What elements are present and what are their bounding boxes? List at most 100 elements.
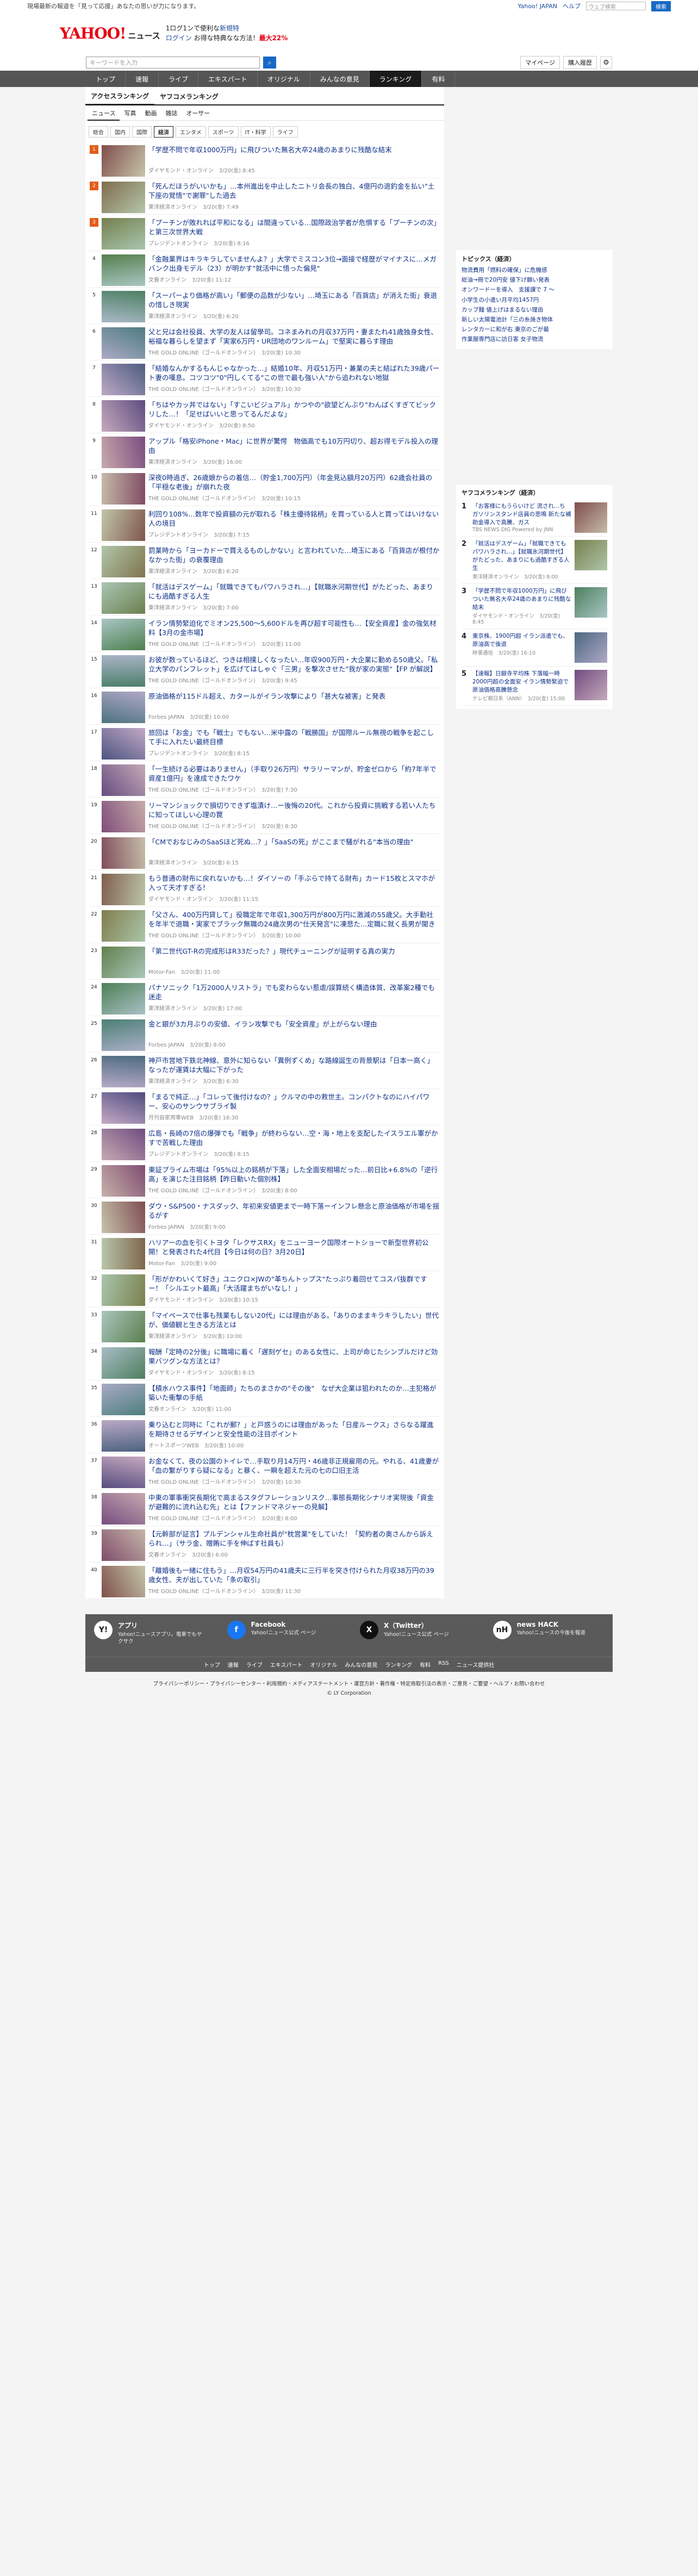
- item-title[interactable]: 利回り108%…数年で投資額の元が取れる「株主優待銘柄」を買っている人と買っては…: [148, 509, 440, 528]
- list-item[interactable]: 4 「金融業界はキラキラしていませんよ？」大学でミスコン3位→面接で経歴がマイナス…: [90, 251, 440, 288]
- web-search-input[interactable]: ウェブ検索: [586, 2, 646, 10]
- yc-rank-title[interactable]: 「お客様にもうらいけど 流され...ち ガソリンスタンド店員の悲鳴 新たな補助金…: [472, 502, 571, 527]
- thumbnail[interactable]: [102, 509, 145, 541]
- thumbnail[interactable]: [102, 437, 145, 468]
- help-link[interactable]: ヘルプ: [563, 2, 581, 10]
- thumbnail[interactable]: [102, 801, 145, 832]
- thumbnail[interactable]: [102, 1493, 145, 1525]
- thumbnail[interactable]: [102, 1347, 145, 1379]
- footer-link-2[interactable]: ライブ: [246, 1660, 263, 1669]
- top-notice[interactable]: 現場最新の報道を「見って応援」あなたの思いが力になります。: [27, 2, 200, 10]
- thumbnail[interactable]: [102, 145, 145, 177]
- keyword-input[interactable]: キーワードを入力: [86, 57, 260, 69]
- list-item[interactable]: 19 リーマンショックで損切りできず塩漬け…ー後悔の20代。これから投資に挑戦する…: [90, 798, 440, 834]
- list-item[interactable]: 20 「CMでおなじみのSaaSほど死ぬ…？」「SaaSの死」がここまで騒がれる"…: [90, 834, 440, 870]
- topic-item[interactable]: 総油→冊で20円安 値下げ願い発表: [462, 275, 607, 285]
- list-item[interactable]: 38 中東の軍事衝突長期化で高まるスタグフレーションリスク…事態長期化シナリオ実現…: [90, 1490, 440, 1526]
- item-title[interactable]: 神戸市営地下鉄北神線、意外に知らない「異例ずくめ」な路線誕生の背景駅は「日本一高…: [148, 1056, 440, 1074]
- list-item[interactable]: 10 深夜0時過ぎ、26歳娘からの着信…（貯金1,700万円）（年金見込額月20万…: [90, 470, 440, 506]
- nav-item-7[interactable]: 有料: [422, 71, 456, 87]
- thumbnail[interactable]: [102, 1384, 145, 1415]
- list-item[interactable]: 12 罰業時から「ヨーカドーで買えるものしかない」と言われていた…埼玉にある「百貨…: [90, 543, 440, 579]
- item-title[interactable]: 「第二世代GT-Rの完成形はR33だった？」現代チューニングが証明する真の実力: [148, 947, 440, 965]
- list-item[interactable]: 6 父と兄は会社役員、大学の友人は留學司。コネまみれの月収37万円・妻またれ41歳…: [90, 324, 440, 360]
- nav-item-5[interactable]: みんなの意見: [310, 71, 370, 87]
- thumbnail[interactable]: [102, 1457, 145, 1488]
- list-item[interactable]: 13 「就活はデスゲーム」「就職できてもパワハラされ…」【就職氷河期世代】がたどっ…: [90, 579, 440, 615]
- item-title[interactable]: 「学歴不問で年収1000万円」に飛びついた無名大卒24歳のあまりに残酷な結末: [148, 145, 440, 164]
- subtab-4[interactable]: オーサー: [182, 109, 214, 117]
- item-title[interactable]: 「まるで純正…」「コレって後付けなの？」クルマの中の救世主。コンパクトなのにハイ…: [148, 1092, 440, 1111]
- category-3[interactable]: 経済: [154, 126, 173, 138]
- nav-item-1[interactable]: 速報: [126, 71, 159, 87]
- topic-item[interactable]: 小学生の小遣い月平均1457円: [462, 295, 607, 305]
- item-title[interactable]: 「金融業界はキラキラしていませんよ？」大学でミスコン3位→面接で経歴がマイナスに…: [148, 254, 440, 273]
- mypage-button[interactable]: マイページ: [520, 56, 560, 69]
- footer-link-6[interactable]: ランキング: [385, 1660, 412, 1669]
- app-icon[interactable]: Y!: [94, 1621, 113, 1639]
- yc-rank-item[interactable]: 3 「学歴不問で年収1000万円」に飛びついた無名大卒24歳のあまりに残酷な結末ダ…: [462, 584, 607, 629]
- thumbnail[interactable]: [102, 1420, 145, 1452]
- thumbnail[interactable]: [102, 254, 145, 286]
- thumbnail[interactable]: [102, 947, 145, 978]
- tab-1[interactable]: ヤフコメランキング: [154, 92, 224, 104]
- item-title[interactable]: イラン情勢緊迫化でミオン25,500〜5,600ドルを再び超す可能性も…【安全資…: [148, 619, 440, 637]
- list-item[interactable]: 31 ハリアーの血を引くトヨタ「レクサスRX」をニューヨーク国際オートショーで新型…: [90, 1235, 440, 1271]
- thumbnail[interactable]: [102, 692, 145, 723]
- thumbnail[interactable]: [102, 218, 145, 250]
- yc-thumbnail[interactable]: [575, 502, 607, 533]
- thumbnail[interactable]: [102, 1274, 145, 1306]
- list-item[interactable]: 24 パナソニック「1万2000人リストラ」でも変わらない惹虐/誤算続く構造体質、…: [90, 980, 440, 1016]
- category-4[interactable]: エンタメ: [176, 126, 206, 138]
- list-item[interactable]: 14 イラン情勢緊迫化でミオン25,500〜5,600ドルを再び超す可能性も…【安…: [90, 615, 440, 652]
- item-title[interactable]: 「就活はデスゲーム」「就職できてもパワハラされ…」【就職氷河期世代】がたどった、…: [148, 582, 440, 601]
- category-0[interactable]: 総合: [89, 126, 108, 138]
- list-item[interactable]: 21 もう普通の財布に戻れないかも…！ダイソーの「手ぶらで持てる財布」カード15枚…: [90, 870, 440, 907]
- yc-thumbnail[interactable]: [575, 587, 607, 618]
- item-title[interactable]: 乗り込むと同時に「これが郵？」と戸惑うのには理由があった「日産ルークス」さらなる…: [148, 1420, 440, 1439]
- item-title[interactable]: 【積水ハウス事件】「地面師」たちのまさかの"その後" なぜ大企業は狙われたのか……: [148, 1384, 440, 1402]
- nav-item-0[interactable]: トップ: [86, 71, 126, 87]
- category-2[interactable]: 国際: [132, 126, 152, 138]
- subtab-1[interactable]: 写真: [120, 109, 140, 117]
- thumbnail[interactable]: [102, 1129, 145, 1160]
- topic-item[interactable]: オンワードーを導入 支援課で 7 ～: [462, 285, 607, 295]
- list-item[interactable]: 25 金と銀が3カ月ぶりの安値、イラン攻撃でも「安全資産」が上がらない理由 Forb…: [90, 1016, 440, 1053]
- subtab-2[interactable]: 動画: [140, 109, 161, 117]
- category-6[interactable]: IT・科学: [240, 126, 271, 138]
- legal-links[interactable]: プライバシーポリシー・プライバシーセンター・利用規約・メディアステートメント・運…: [0, 1672, 698, 1690]
- thumbnail[interactable]: [102, 1202, 145, 1233]
- thumbnail[interactable]: [102, 291, 145, 322]
- list-item[interactable]: 5 「スーパーより価格が高い」「郵便の品数が少ない」…埼玉にある「百貨店」が消えた…: [90, 288, 440, 324]
- thumbnail[interactable]: [102, 327, 145, 359]
- list-item[interactable]: 39 【元幹部が証言】プルデンシャル生命社員が"枕営業"をしていた！「契約者の奥さ…: [90, 1526, 440, 1563]
- thumbnail[interactable]: [102, 364, 145, 395]
- thumbnail[interactable]: [102, 1165, 145, 1197]
- yc-rank-title[interactable]: 「学歴不問で年収1000万円」に飛びついた無名大卒24歳のあまりに残酷な結末: [472, 587, 571, 612]
- list-item[interactable]: 1 「学歴不問で年収1000万円」に飛びついた無名大卒24歳のあまりに残酷な結末ダ…: [90, 142, 440, 178]
- search-icon[interactable]: ⌕: [263, 57, 276, 69]
- footer-col-2[interactable]: X X（Twitter） Yahoo!ニュース公式 ページ: [360, 1621, 471, 1650]
- thumbnail[interactable]: [102, 619, 145, 650]
- thumbnail[interactable]: [102, 655, 145, 687]
- yc-rank-item[interactable]: 2 「就活はデスゲーム」「就職できてもパワハラされ…」【就職氷河期世代】がたどった…: [462, 537, 607, 584]
- topic-item[interactable]: 作業服専門店に訪日客 女子物流: [462, 334, 607, 344]
- item-title[interactable]: パナソニック「1万2000人リストラ」でも変わらない惹虐/誤算続く構造体質、改革…: [148, 983, 440, 1001]
- item-title[interactable]: 中東の軍事衝突長期化で高まるスタグフレーションリスク…事態長期化シナリオ実現後「…: [148, 1493, 440, 1511]
- item-title[interactable]: 「プーチンが敗れれば平和になる」は間違っている…国際政治学者が危惧する「プーチン…: [148, 218, 440, 237]
- thumbnail[interactable]: [102, 1311, 145, 1342]
- list-item[interactable]: 3 「プーチンが敗れれば平和になる」は間違っている…国際政治学者が危惧する「プーチ…: [90, 215, 440, 251]
- thumbnail[interactable]: [102, 728, 145, 760]
- item-title[interactable]: 報酬「定時の2分後」に職場に着く「遅刻ゲセ」のある女性に、上司が命じたシンプルだ…: [148, 1347, 440, 1366]
- yj-link[interactable]: Yahoo! JAPAN: [518, 3, 557, 10]
- thumbnail[interactable]: [102, 1019, 145, 1051]
- item-title[interactable]: 父と兄は会社役員、大学の友人は留學司。コネまみれの月収37万円・妻またれ41歳独…: [148, 327, 440, 346]
- thumbnail[interactable]: [102, 874, 145, 905]
- item-title[interactable]: 「結婚なんかするもんじゃなかった…」結婚10年、月収51万円・兼業の夫と結ばれた…: [148, 364, 440, 382]
- footer-link-0[interactable]: トップ: [204, 1660, 220, 1669]
- item-title[interactable]: 東証プライム市場は「95%以上の銘柄が下落」した全面安相場だった…前日比+6.8…: [148, 1165, 440, 1184]
- list-item[interactable]: 16 原油価格が115ドル超え、カタールがイラン攻撃により「甚大な被害」と発表 Fo…: [90, 688, 440, 725]
- category-1[interactable]: 国内: [110, 126, 130, 138]
- yc-thumbnail[interactable]: [575, 669, 607, 700]
- item-title[interactable]: 【元幹部が証言】プルデンシャル生命社員が"枕営業"をしていた！「契約者の奥さんか…: [148, 1529, 440, 1548]
